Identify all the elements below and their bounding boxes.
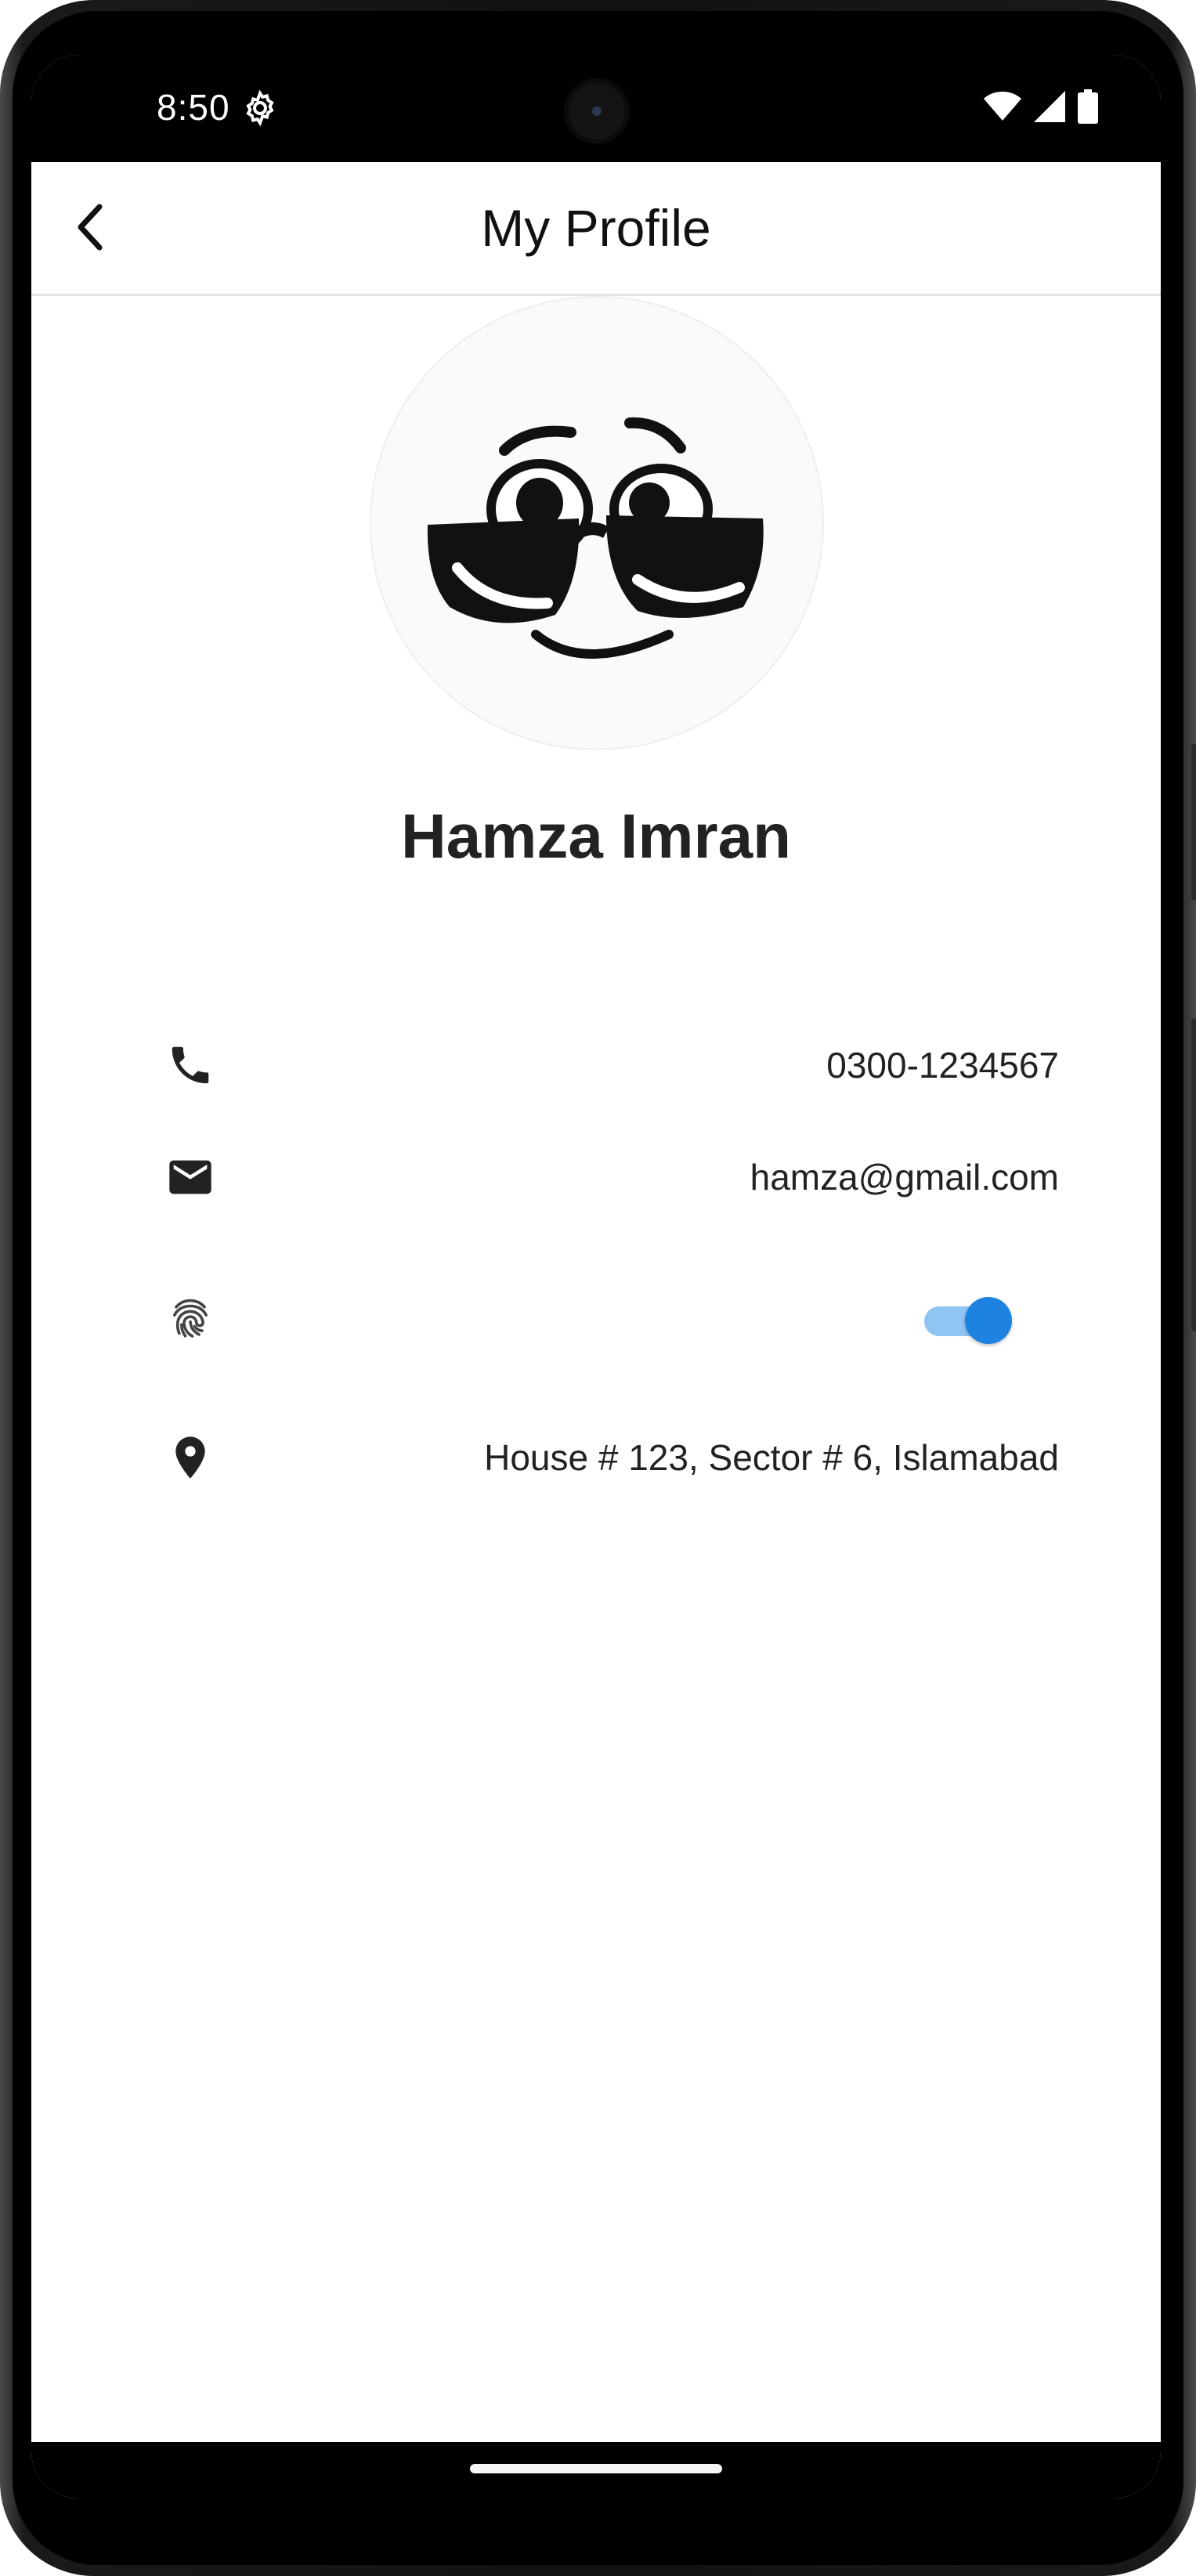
location-pin-icon (164, 1432, 216, 1483)
avatar[interactable] (370, 296, 824, 750)
phone-row[interactable]: 0300-1234567 (31, 1022, 1161, 1108)
navigation-bar (31, 2442, 1161, 2498)
toggle-thumb (965, 1297, 1012, 1344)
page-title: My Profile (481, 199, 711, 257)
screen: 8:50 My Profile Hamza Imran 0300-1234567… (31, 55, 1161, 2498)
settings-icon (241, 89, 279, 127)
status-time: 8:50 (157, 87, 230, 128)
volume-button (1191, 1018, 1196, 1331)
biometric-toggle[interactable] (918, 1294, 1012, 1344)
home-indicator[interactable] (470, 2464, 722, 2473)
address-value: House # 123, Sector # 6, Islamabad (484, 1437, 1059, 1478)
battery-icon (1078, 89, 1098, 128)
power-button (1191, 744, 1196, 901)
phone-frame: 8:50 My Profile Hamza Imran 0300-1234567… (0, 0, 1196, 2576)
fingerprint-icon (164, 1292, 216, 1344)
email-value: hamza@gmail.com (750, 1157, 1059, 1198)
email-row[interactable]: hamza@gmail.com (31, 1134, 1161, 1220)
app-bar: My Profile (31, 162, 1161, 296)
signal-icon (1034, 90, 1065, 126)
email-icon (164, 1151, 216, 1203)
front-camera (564, 78, 630, 144)
status-icons (984, 89, 1098, 128)
address-row[interactable]: House # 123, Sector # 6, Islamabad (31, 1414, 1161, 1501)
biometric-row (31, 1275, 1161, 1361)
sunglasses-face-icon (427, 417, 764, 659)
status-bar: 8:50 (31, 55, 1161, 162)
phone-value: 0300-1234567 (826, 1045, 1059, 1086)
phone-icon (164, 1039, 216, 1091)
wifi-icon (984, 91, 1021, 126)
profile-name: Hamza Imran (401, 801, 791, 871)
